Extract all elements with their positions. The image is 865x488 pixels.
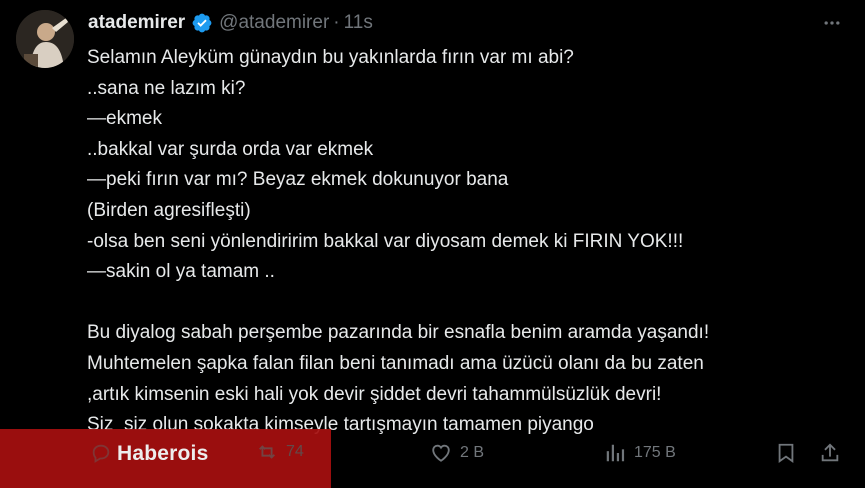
retweet-button[interactable]: 74: [256, 441, 304, 463]
more-options-button[interactable]: [821, 12, 843, 34]
post-line: -olsa ben seni yönlendiririm bakkal var …: [87, 230, 684, 252]
post-line: —sakin ol ya tamam ..: [87, 261, 275, 283]
watermark-text: Haberois: [117, 442, 209, 465]
post-line: [87, 288, 847, 319]
like-count: 2 B: [460, 444, 485, 461]
avatar[interactable]: [16, 10, 74, 68]
retweet-icon: [259, 445, 275, 459]
more-dots-icon: [824, 21, 840, 25]
views-button[interactable]: 175 B: [604, 430, 676, 476]
display-name[interactable]: atademirer: [88, 12, 185, 34]
post-time[interactable]: 11s: [344, 12, 373, 34]
post-line: Bu diyalog sabah perşembe pazarında bir …: [87, 322, 710, 344]
post-line: (Birden agresifleşti): [87, 199, 251, 221]
user-handle[interactable]: @atademirer: [219, 12, 329, 34]
post-body: Selamın Aleyküm günaydın bu yakınlarda f…: [87, 43, 847, 441]
verified-badge-icon: [191, 12, 213, 34]
analytics-bar-icon: [606, 444, 625, 462]
post-line: ,artık kimsenin eski hali yok devir şidd…: [87, 383, 662, 405]
post-line: ..bakkal var şurda orda var ekmek: [87, 138, 374, 160]
separator-dot: ·: [333, 12, 340, 33]
post-header: atademirer @atademirer · 11s: [88, 11, 373, 35]
post-line: Muhtemelen şapka falan filan beni tanıma…: [87, 352, 704, 374]
share-button[interactable]: [819, 430, 841, 476]
post-line: —peki fırın var mı? Beyaz ekmek dokunuyo…: [87, 169, 509, 191]
view-count: 175 B: [634, 444, 676, 461]
heart-icon: [432, 444, 450, 462]
post-line: ..sana ne lazım ki?: [87, 77, 246, 99]
reply-bubble-icon: [92, 444, 110, 463]
share-icon: [821, 443, 839, 462]
post-line: Selamın Aleyküm günaydın bu yakınlarda f…: [87, 47, 574, 68]
post-line: —ekmek: [87, 108, 162, 130]
retweet-count: 74: [286, 443, 304, 460]
watermark-banner: Haberois 74: [0, 429, 331, 488]
bookmark-icon: [778, 443, 794, 464]
like-button[interactable]: 2 B: [430, 430, 484, 476]
bookmark-button[interactable]: [775, 430, 797, 476]
